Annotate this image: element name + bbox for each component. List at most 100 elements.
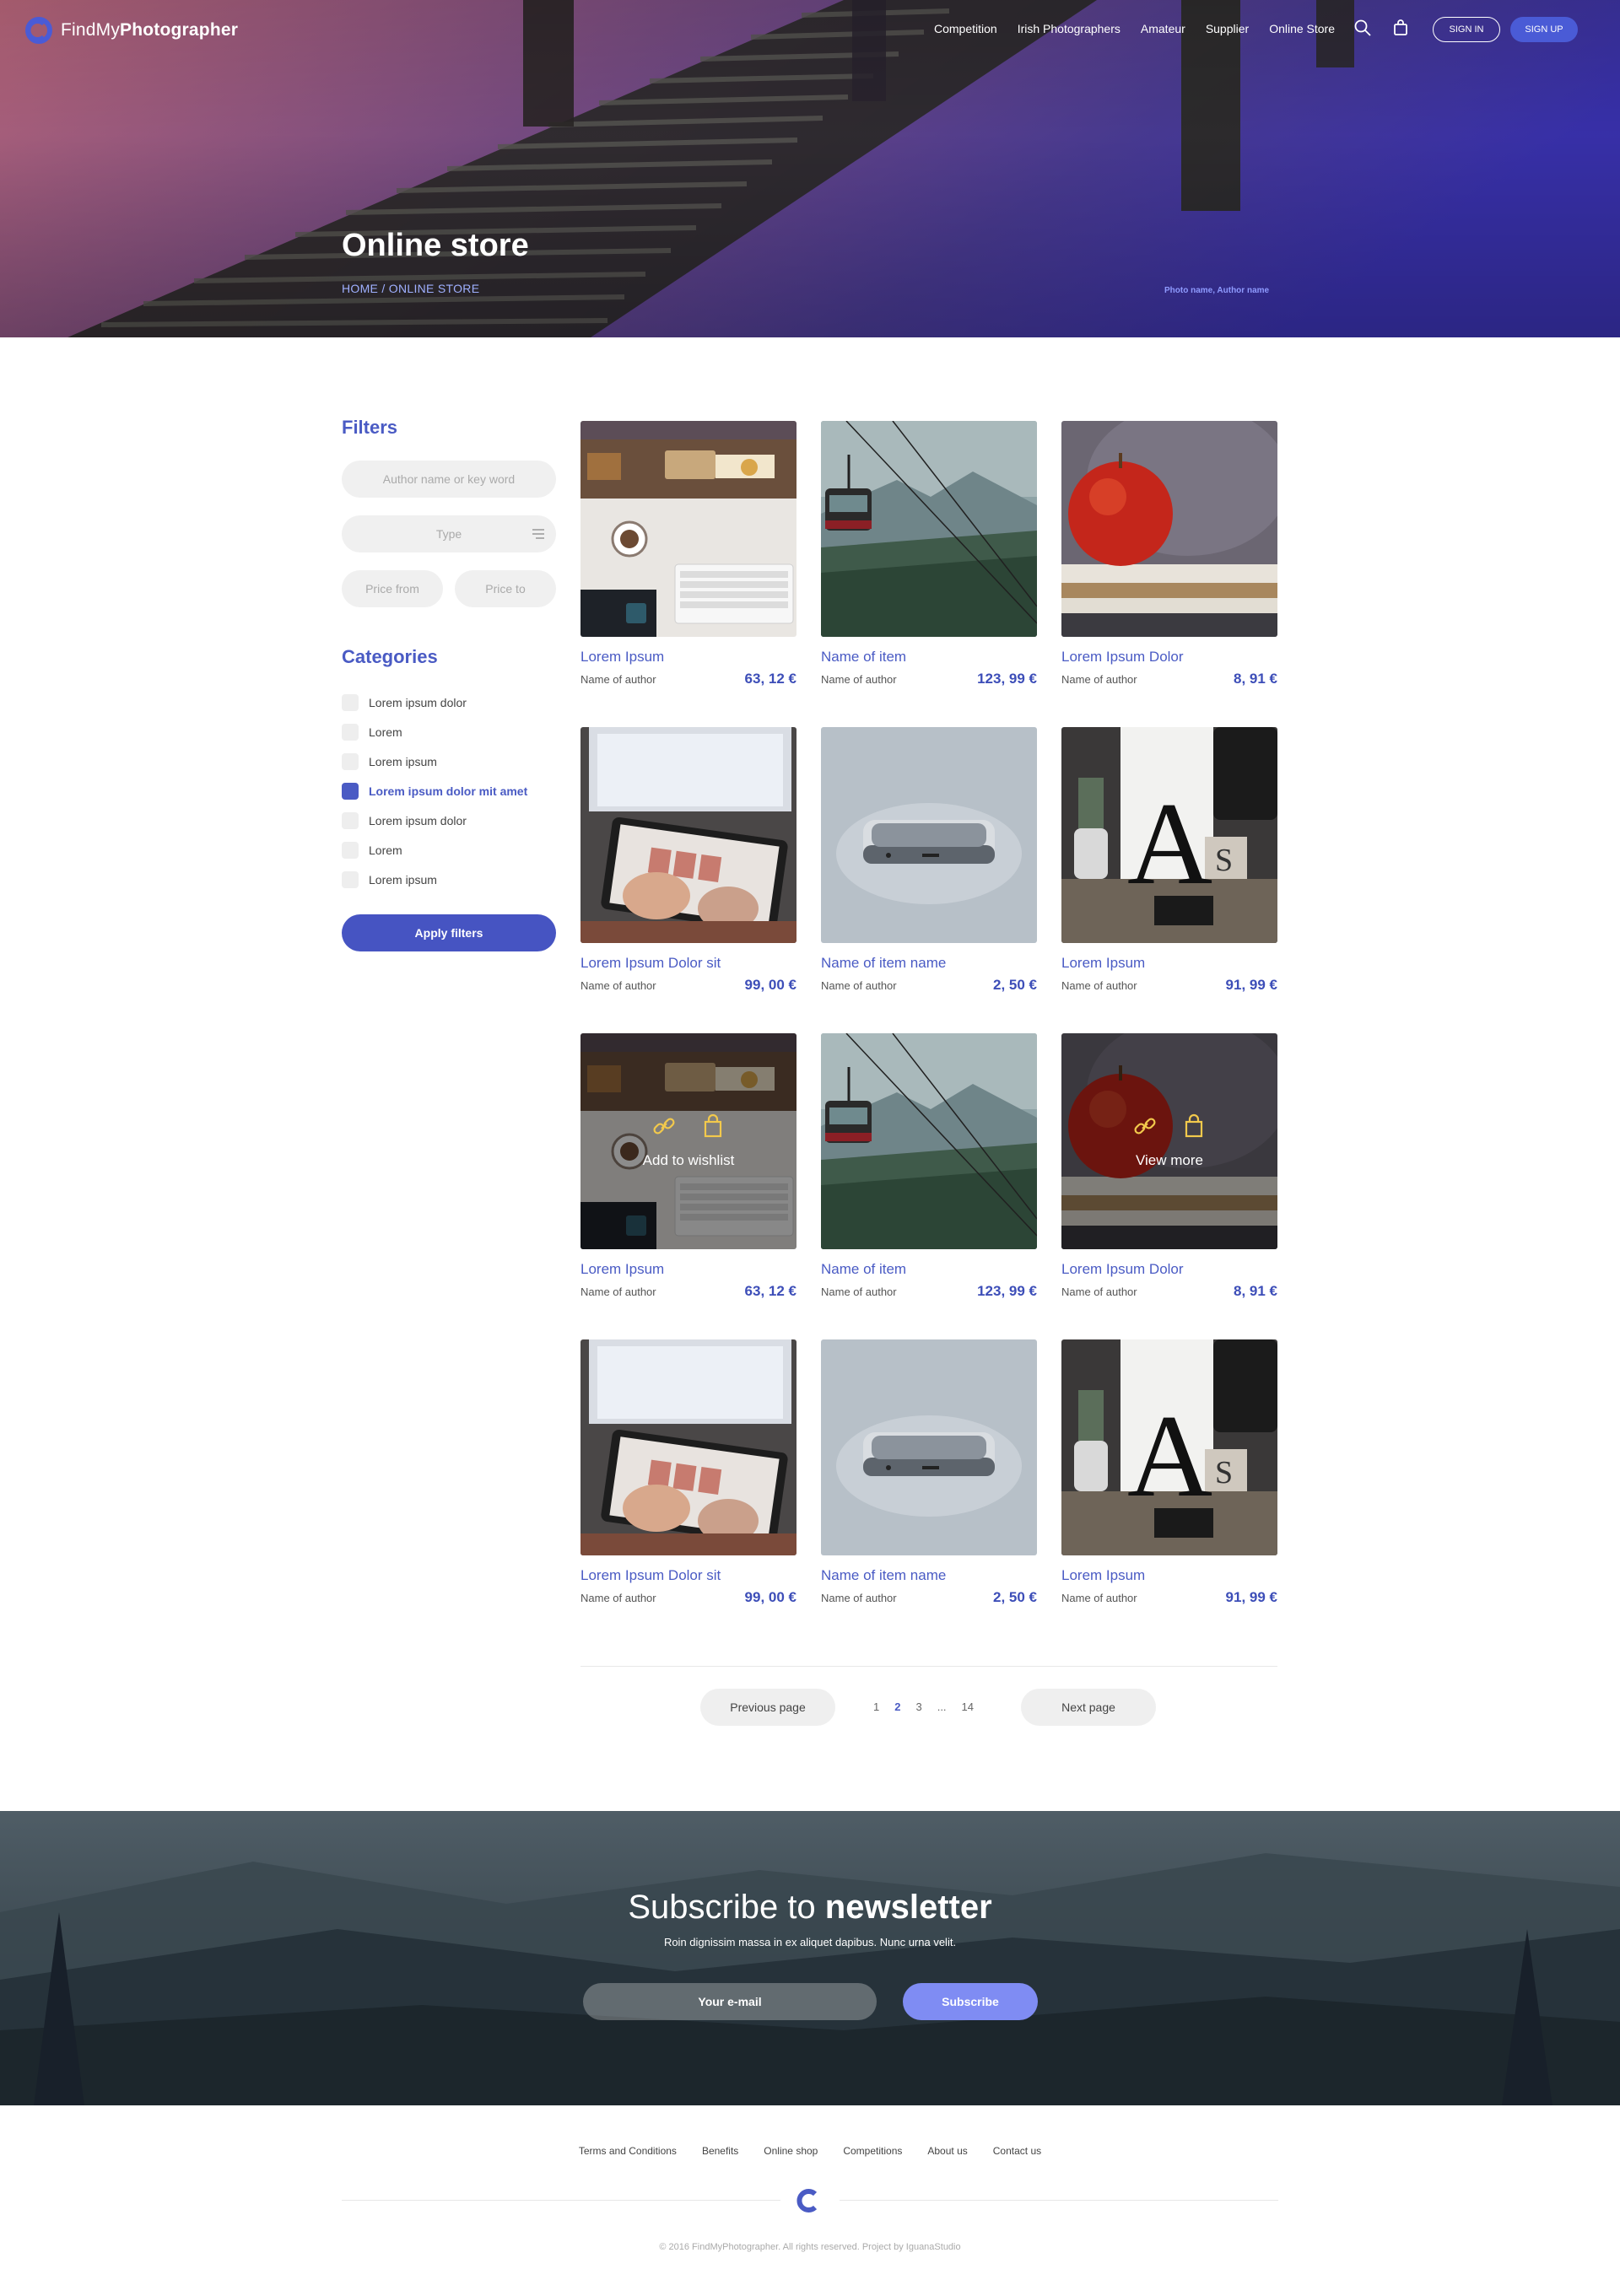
sign-up-button[interactable]: SIGN UP: [1510, 17, 1578, 42]
product-title[interactable]: Name of item: [821, 1261, 1037, 1278]
product-card[interactable]: Name of item name Name of author 2, 50 €: [821, 1339, 1037, 1606]
author-search-input[interactable]: [342, 472, 556, 486]
nav-competition[interactable]: Competition: [934, 22, 997, 35]
footer-logo-icon[interactable]: [796, 2187, 824, 2214]
product-price: 8, 91 €: [1234, 671, 1277, 687]
product-card[interactable]: Lorem Ipsum Name of author 91, 99 €: [1061, 1339, 1277, 1606]
category-checkbox[interactable]: Lorem: [342, 842, 402, 859]
view-more-label[interactable]: View more: [1136, 1152, 1203, 1169]
product-hover-overlay[interactable]: View more: [1061, 1033, 1277, 1249]
category-checkbox[interactable]: Lorem ipsum: [342, 871, 437, 888]
product-author: Name of author: [821, 979, 897, 992]
product-price: 8, 91 €: [1234, 1283, 1277, 1299]
newsletter-email-field[interactable]: [583, 1983, 877, 2020]
product-title[interactable]: Lorem Ipsum: [580, 649, 796, 666]
apply-filters-button[interactable]: Apply filters: [342, 914, 556, 951]
page-link[interactable]: 14: [962, 1700, 974, 1713]
product-image[interactable]: [821, 421, 1037, 637]
product-card[interactable]: Name of item Name of author 123, 99 €: [821, 421, 1037, 687]
category-checkbox[interactable]: Lorem: [342, 724, 402, 741]
product-image[interactable]: [821, 1033, 1037, 1249]
category-checkbox-checked[interactable]: Lorem ipsum dolor mit amet: [342, 783, 527, 800]
product-title[interactable]: Lorem Ipsum: [1061, 1567, 1277, 1584]
email-input[interactable]: [583, 1995, 877, 2008]
link-icon[interactable]: [1132, 1113, 1158, 1139]
checkbox[interactable]: [342, 812, 359, 829]
product-image[interactable]: [580, 421, 796, 637]
footer-link-benefits[interactable]: Benefits: [702, 2145, 738, 2157]
product-card[interactable]: Lorem Ipsum Dolor Name of author 8, 91 €: [1061, 421, 1277, 687]
logo[interactable]: FindMyPhotographer: [25, 17, 238, 44]
product-card[interactable]: Add to wishlist Lorem Ipsum Name of auth…: [580, 1033, 796, 1300]
cart-icon[interactable]: [1391, 19, 1410, 37]
price-to-field[interactable]: [455, 570, 556, 607]
product-title[interactable]: Lorem Ipsum: [1061, 955, 1277, 972]
add-to-wishlist-label[interactable]: Add to wishlist: [643, 1152, 735, 1169]
product-title[interactable]: Lorem Ipsum Dolor sit: [580, 1567, 796, 1584]
product-title[interactable]: Lorem Ipsum Dolor: [1061, 649, 1277, 666]
product-image[interactable]: [1061, 421, 1277, 637]
price-from-input[interactable]: [342, 582, 443, 596]
nav-online-store[interactable]: Online Store: [1269, 22, 1335, 35]
category-checkbox[interactable]: Lorem ipsum dolor: [342, 812, 467, 829]
product-title[interactable]: Lorem Ipsum: [580, 1261, 796, 1278]
checkbox[interactable]: [342, 724, 359, 741]
product-hover-overlay[interactable]: Add to wishlist: [580, 1033, 796, 1249]
product-title[interactable]: Lorem Ipsum Dolor sit: [580, 955, 796, 972]
checkbox-checked[interactable]: [342, 783, 359, 800]
checkbox[interactable]: [342, 842, 359, 859]
page-link[interactable]: 3: [915, 1700, 921, 1713]
product-card[interactable]: Lorem Ipsum Name of author 91, 99 €: [1061, 727, 1277, 994]
nav-amateur[interactable]: Amateur: [1141, 22, 1185, 35]
product-title[interactable]: Lorem Ipsum Dolor: [1061, 1261, 1277, 1278]
product-image[interactable]: Add to wishlist: [580, 1033, 796, 1249]
product-card[interactable]: Name of item Name of author 123, 99 €: [821, 1033, 1037, 1300]
category-checkbox[interactable]: Lorem ipsum: [342, 753, 437, 770]
product-image[interactable]: [821, 727, 1037, 943]
sign-in-button[interactable]: SIGN IN: [1433, 17, 1500, 42]
product-image[interactable]: [580, 1339, 796, 1555]
product-image[interactable]: [821, 1339, 1037, 1555]
footer-link-contact[interactable]: Contact us: [993, 2145, 1041, 2157]
footer-link-competitions[interactable]: Competitions: [843, 2145, 902, 2157]
author-search-field[interactable]: [342, 461, 556, 498]
product-title[interactable]: Name of item name: [821, 955, 1037, 972]
product-card[interactable]: Lorem Ipsum Name of author 63, 12 €: [580, 421, 796, 687]
page-link[interactable]: 1: [873, 1700, 879, 1713]
nav-irish-photographers[interactable]: Irish Photographers: [1018, 22, 1120, 35]
search-icon[interactable]: [1353, 19, 1372, 37]
breadcrumb[interactable]: HOME / ONLINE STORE: [342, 282, 479, 295]
product-image[interactable]: [580, 727, 796, 943]
product-card[interactable]: Name of item name Name of author 2, 50 €: [821, 727, 1037, 994]
link-icon[interactable]: [651, 1113, 677, 1139]
newsletter-title: Subscribe to newsletter: [628, 1889, 992, 1926]
footer-link-about[interactable]: About us: [927, 2145, 967, 2157]
page-link-current[interactable]: 2: [894, 1700, 900, 1713]
shopping-bag-icon[interactable]: [700, 1113, 726, 1139]
footer-link-online-shop[interactable]: Online shop: [764, 2145, 818, 2157]
product-card[interactable]: View more Lorem Ipsum Dolor Name of auth…: [1061, 1033, 1277, 1300]
previous-page-button[interactable]: Previous page: [700, 1689, 835, 1726]
subscribe-button[interactable]: Subscribe: [903, 1983, 1038, 2020]
type-select[interactable]: Type: [342, 515, 556, 552]
product-title[interactable]: Name of item: [821, 649, 1037, 666]
product-title[interactable]: Name of item name: [821, 1567, 1037, 1584]
product-image[interactable]: View more: [1061, 1033, 1277, 1249]
product-card[interactable]: Lorem Ipsum Dolor sit Name of author 99, …: [580, 1339, 796, 1606]
next-page-button[interactable]: Next page: [1021, 1689, 1156, 1726]
product-image[interactable]: [1061, 1339, 1277, 1555]
hero-banner: FindMyPhotographer Competition Irish Pho…: [0, 0, 1620, 337]
checkbox[interactable]: [342, 753, 359, 770]
shopping-bag-icon[interactable]: [1181, 1113, 1207, 1139]
product-card[interactable]: Lorem Ipsum Dolor sit Name of author 99, …: [580, 727, 796, 994]
navbar: FindMyPhotographer Competition Irish Pho…: [0, 0, 1620, 61]
product-image[interactable]: [1061, 727, 1277, 943]
footer-divider-right: [840, 2200, 1278, 2201]
footer-link-terms[interactable]: Terms and Conditions: [579, 2145, 677, 2157]
category-checkbox[interactable]: Lorem ipsum dolor: [342, 694, 467, 711]
price-to-input[interactable]: [455, 582, 556, 596]
checkbox[interactable]: [342, 694, 359, 711]
nav-supplier[interactable]: Supplier: [1206, 22, 1249, 35]
checkbox[interactable]: [342, 871, 359, 888]
price-from-field[interactable]: [342, 570, 443, 607]
